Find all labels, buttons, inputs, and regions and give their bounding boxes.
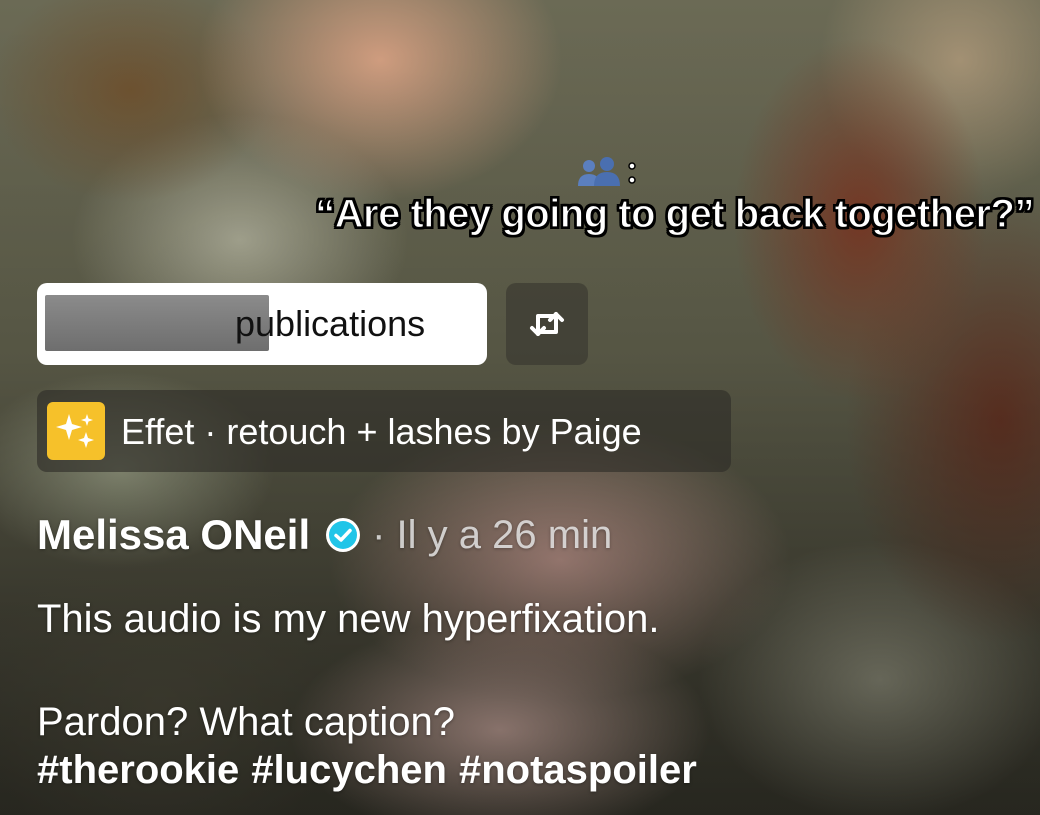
- sparkle-effect-icon: [47, 402, 105, 460]
- hashtag-list: #therookie #lucychen #notaspoiler: [37, 748, 709, 793]
- hashtag-link[interactable]: #notaspoiler: [459, 748, 697, 792]
- hashtag-link[interactable]: #lucychen: [251, 748, 447, 792]
- author-name[interactable]: Melissa ONeil: [37, 511, 310, 559]
- post-timestamp: · Il y a 26 min: [372, 512, 613, 557]
- video-screen[interactable]: “Are they going to get back together?” p…: [0, 0, 1040, 815]
- hashtag-link[interactable]: #therookie: [37, 748, 239, 792]
- author-row: Melissa ONeil · Il y a 26 min: [37, 510, 612, 560]
- verified-badge-icon: [326, 518, 361, 552]
- busts-in-silhouette-icon: [578, 157, 636, 186]
- publications-label: publications: [235, 303, 426, 344]
- repost-button[interactable]: [506, 283, 588, 365]
- video-overlay-text: “Are they going to get back together?”: [315, 191, 1036, 236]
- effect-link[interactable]: Effet · retouch + lashes by Paige: [37, 390, 731, 472]
- caption-line: Pardon? What caption?: [37, 700, 456, 744]
- effect-label: Effet · retouch + lashes by Paige: [121, 411, 642, 452]
- repost-icon: [530, 312, 564, 336]
- caption-line: This audio is my new hyperfixation.: [37, 597, 660, 641]
- publications-button[interactable]: publications: [37, 283, 487, 365]
